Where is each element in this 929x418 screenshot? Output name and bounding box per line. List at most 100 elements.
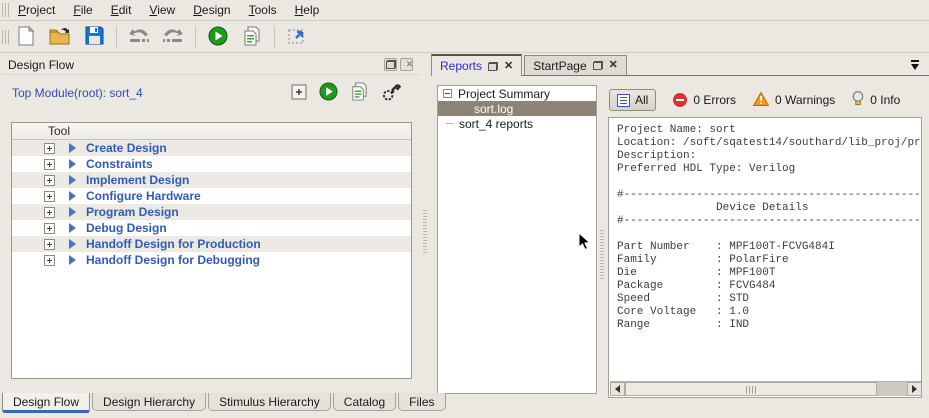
flow-item-constraints[interactable]: Constraints [12, 156, 411, 172]
expand-all-icon[interactable] [291, 84, 307, 103]
view-report-icon[interactable] [350, 82, 369, 104]
design-flow-title-label: Design Flow [2, 58, 74, 72]
flow-item-handoff-debugging[interactable]: Handoff Design for Debugging [12, 252, 411, 268]
flow-item-create-design[interactable]: Create Design [12, 140, 411, 156]
new-file-button[interactable] [12, 24, 40, 50]
expand-plus-icon[interactable] [44, 143, 55, 154]
flow-arrow-icon [69, 239, 76, 249]
toolbar-separator [274, 26, 275, 48]
panel-splitter[interactable] [419, 55, 431, 392]
scrollbar-thumb[interactable] [625, 382, 877, 396]
menu-bar: Project File Edit View Design Tools Help [0, 0, 929, 21]
flow-item-debug-design[interactable]: Debug Design [12, 220, 411, 236]
menubar-drag-handle[interactable] [2, 3, 9, 17]
menu-tools[interactable]: Tools [240, 0, 286, 20]
expand-plus-icon[interactable] [44, 223, 55, 234]
flow-item-configure-hardware[interactable]: Configure Hardware [12, 188, 411, 204]
menu-help[interactable]: Help [286, 0, 329, 20]
report-horizontal-scrollbar[interactable] [610, 381, 922, 396]
open-project-button[interactable] [46, 24, 74, 50]
tab-design-hierarchy[interactable]: Design Hierarchy [92, 393, 206, 411]
float-tab-icon[interactable] [593, 61, 603, 70]
toolbar-drag-handle[interactable] [2, 30, 9, 44]
run-flow-icon[interactable] [319, 82, 338, 104]
redo-icon [161, 26, 185, 49]
save-button[interactable] [80, 24, 108, 50]
menu-design[interactable]: Design [184, 0, 239, 20]
error-icon [673, 93, 687, 107]
application-window: Project File Edit View Design Tools Help [0, 0, 929, 418]
tree-item-sort4-reports[interactable]: sort_4 reports [438, 116, 596, 131]
report-document-icon [242, 26, 262, 49]
scrollbar-track[interactable] [877, 382, 907, 396]
redo-button[interactable] [159, 24, 187, 50]
top-module-row: Top Module(root): sort_4 [2, 81, 419, 105]
reports-splitter[interactable] [598, 85, 606, 394]
flow-item-program-design[interactable]: Program Design [12, 204, 411, 220]
report-content[interactable]: Project Name: sort Location: /soft/sqate… [608, 117, 922, 398]
report-filter-toolbar: All 0 Errors 0 Warnings 0 Info [606, 85, 924, 115]
expand-plus-icon[interactable] [44, 159, 55, 170]
reports-tree: Project Summary sort.log sort_4 reports [437, 85, 597, 394]
flow-arrow-icon [69, 143, 76, 153]
configure-tools-wrench-icon[interactable] [381, 82, 401, 104]
expand-plus-icon[interactable] [44, 239, 55, 250]
splitter-grip [600, 230, 604, 280]
run-play-icon [208, 26, 228, 49]
reports-button[interactable] [238, 24, 266, 50]
collapse-minus-icon[interactable] [443, 89, 452, 98]
tab-startpage[interactable]: StartPage ✕ [524, 55, 627, 75]
flow-arrow-icon [69, 223, 76, 233]
export-button[interactable] [283, 24, 311, 50]
splitter-grip [423, 210, 427, 255]
filter-all-button[interactable]: All [609, 89, 656, 111]
tree-branch-icon [446, 123, 454, 124]
flow-arrow-icon [69, 191, 76, 201]
run-button[interactable] [204, 24, 232, 50]
mouse-cursor [578, 232, 591, 254]
menu-project[interactable]: Project [9, 0, 64, 20]
undo-icon [127, 26, 151, 49]
tab-list-menu-button[interactable] [909, 59, 921, 71]
expand-plus-icon[interactable] [44, 175, 55, 186]
design-flow-panel-title: Design Flow ✕ [2, 55, 419, 75]
left-panel-tab-bar: Design Flow Design Hierarchy Stimulus Hi… [2, 393, 446, 414]
close-tab-icon[interactable]: ✕ [504, 61, 513, 72]
menu-file[interactable]: File [64, 0, 101, 20]
scroll-left-arrow-icon [615, 385, 620, 393]
errors-filter[interactable]: 0 Errors [673, 93, 736, 107]
tab-files[interactable]: Files [398, 393, 445, 411]
design-flow-tree: Tool Create Design Constraints Implement… [11, 122, 412, 379]
main-toolbar [0, 22, 929, 53]
tab-reports[interactable]: Reports ✕ [431, 54, 522, 76]
tab-catalog[interactable]: Catalog [333, 393, 396, 411]
export-view-icon [287, 26, 307, 49]
expand-plus-icon[interactable] [44, 191, 55, 202]
info-filter[interactable]: 0 Info [852, 91, 900, 109]
scroll-right-button[interactable] [907, 382, 922, 396]
undo-button[interactable] [125, 24, 153, 50]
design-flow-panel: Design Flow ✕ Top Module(root): sort_4 [2, 55, 419, 392]
close-panel-button[interactable]: ✕ [400, 58, 413, 71]
flow-item-implement-design[interactable]: Implement Design [12, 172, 411, 188]
scroll-left-button[interactable] [610, 382, 625, 396]
close-tab-icon[interactable]: ✕ [609, 60, 618, 71]
menu-view[interactable]: View [140, 0, 184, 20]
tool-column-header: Tool [12, 123, 411, 140]
expand-plus-icon[interactable] [44, 207, 55, 218]
float-tab-icon[interactable] [488, 62, 498, 71]
float-panel-button[interactable] [384, 58, 397, 71]
menu-edit[interactable]: Edit [102, 0, 141, 20]
document-tab-bar: Reports ✕ StartPage ✕ [431, 55, 929, 76]
flow-item-handoff-production[interactable]: Handoff Design for Production [12, 236, 411, 252]
tree-item-sort-log[interactable]: sort.log [438, 101, 596, 116]
tab-stimulus-hierarchy[interactable]: Stimulus Hierarchy [208, 393, 331, 411]
warnings-filter[interactable]: 0 Warnings [753, 92, 835, 109]
flow-arrow-icon [69, 207, 76, 217]
tree-item-project-summary[interactable]: Project Summary [438, 86, 596, 101]
tab-list-menu-icon [911, 60, 919, 62]
expand-plus-icon[interactable] [44, 255, 55, 266]
tab-design-flow[interactable]: Design Flow [2, 393, 90, 413]
info-bulb-icon [852, 91, 864, 109]
toolbar-separator [116, 26, 117, 48]
